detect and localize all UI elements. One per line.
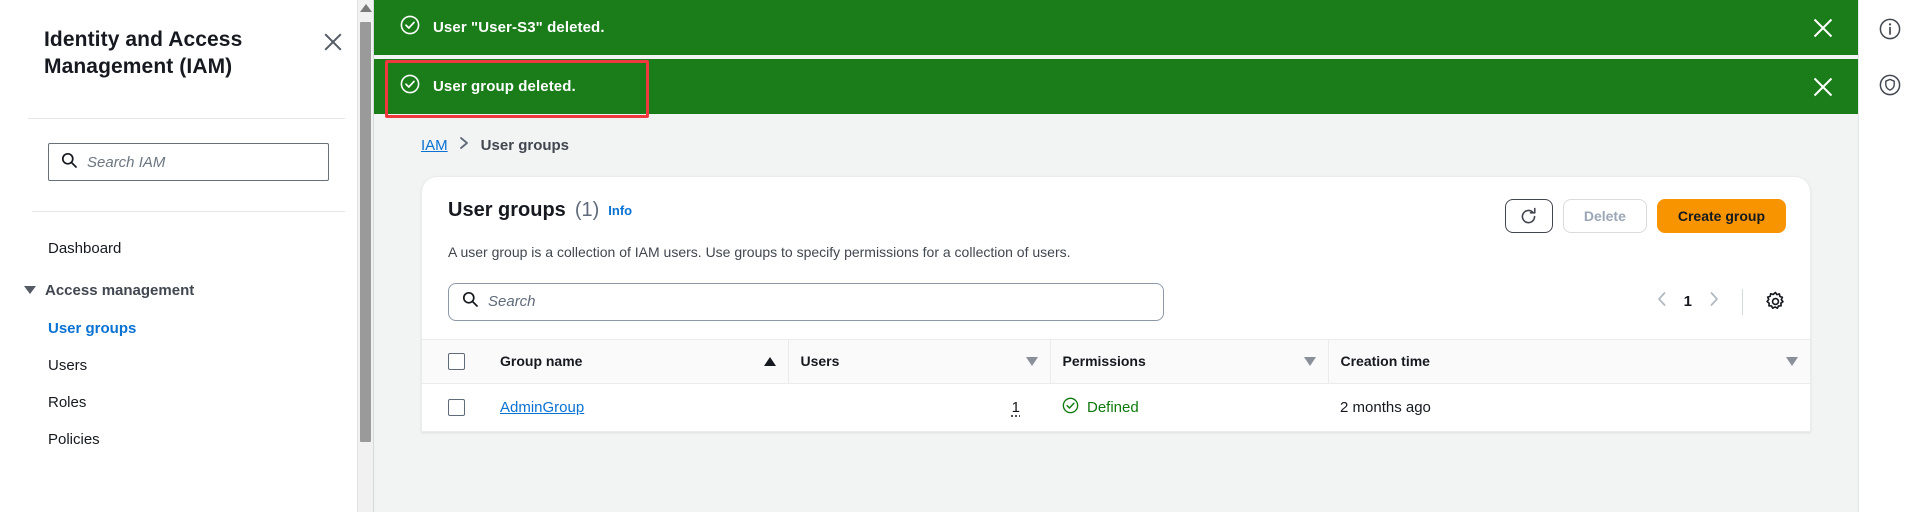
card-description: A user group is a collection of IAM user… bbox=[448, 244, 1071, 260]
sidebar-item-label: User groups bbox=[48, 319, 137, 337]
select-all-header bbox=[422, 338, 488, 384]
sidebar-scrollbar[interactable] bbox=[357, 0, 373, 512]
table-header-row: Group name Users Permissions Creation ti… bbox=[422, 338, 1810, 384]
breadcrumb: IAM User groups bbox=[374, 114, 1858, 154]
column-header-group-name[interactable]: Group name bbox=[488, 338, 788, 384]
success-check-icon bbox=[400, 74, 420, 99]
create-group-button[interactable]: Create group bbox=[1656, 199, 1786, 233]
card-title: User groups bbox=[448, 199, 566, 221]
sidebar-search-wrap bbox=[0, 119, 373, 181]
search-icon bbox=[462, 291, 478, 312]
select-all-checkbox[interactable] bbox=[448, 352, 465, 370]
sort-icon[interactable] bbox=[1025, 356, 1038, 366]
column-label: Permissions bbox=[1062, 353, 1146, 370]
sidebar-item-label: Dashboard bbox=[48, 240, 122, 257]
dismiss-flash-icon[interactable] bbox=[1810, 15, 1836, 41]
cell-creation-time: 2 months ago bbox=[1328, 383, 1810, 432]
sidebar-group-access-management[interactable]: Access management bbox=[0, 269, 373, 310]
table-settings-button[interactable] bbox=[1765, 291, 1786, 312]
column-label: Group name bbox=[500, 353, 583, 370]
table-body: AdminGroup 1 Defined 2 months ago bbox=[422, 383, 1810, 432]
info-link[interactable]: Info bbox=[608, 203, 632, 218]
main-content: User "User-S3" deleted. User group delet… bbox=[374, 0, 1858, 512]
shield-icon bbox=[1879, 74, 1900, 96]
sidebar-item-label: Policies bbox=[48, 430, 100, 448]
column-label: Creation time bbox=[1340, 353, 1430, 370]
sidebar-item-roles[interactable]: Roles bbox=[0, 384, 373, 421]
scrollbar-thumb[interactable] bbox=[360, 22, 371, 442]
breadcrumb-current: User groups bbox=[480, 136, 570, 154]
info-panel-button[interactable] bbox=[1873, 12, 1907, 46]
previous-page-icon[interactable] bbox=[1656, 291, 1668, 312]
flash-message-user-deleted: User "User-S3" deleted. bbox=[374, 0, 1858, 55]
defined-check-icon bbox=[1062, 397, 1079, 418]
table-header: Group name Users Permissions Creation ti… bbox=[422, 338, 1810, 384]
sidebar-item-user-groups[interactable]: User groups bbox=[0, 310, 373, 347]
sidebar-item-dashboard[interactable]: Dashboard bbox=[0, 230, 373, 269]
chevron-down-icon bbox=[24, 286, 36, 295]
table-toolbar: 1 bbox=[422, 263, 1810, 339]
column-header-users[interactable]: Users bbox=[787, 338, 1050, 384]
flash-message-group-deleted: User group deleted. bbox=[374, 59, 1858, 114]
card-header: User groups (1) Info Delete Create group bbox=[422, 177, 1810, 233]
search-icon bbox=[61, 152, 77, 173]
sort-icon[interactable] bbox=[1786, 356, 1798, 366]
refresh-icon bbox=[1521, 207, 1536, 223]
breadcrumb-separator-icon bbox=[459, 136, 470, 154]
card-actions: Delete Create group bbox=[1504, 199, 1786, 233]
current-page-number[interactable]: 1 bbox=[1684, 293, 1692, 310]
table-search-input[interactable] bbox=[488, 293, 1150, 311]
next-page-icon[interactable] bbox=[1708, 291, 1720, 312]
flash-text: User "User-S3" deleted. bbox=[433, 19, 605, 36]
permissions-status: Defined bbox=[1062, 397, 1316, 418]
gear-icon bbox=[1766, 291, 1784, 310]
search-iam-box[interactable] bbox=[48, 143, 329, 181]
sort-ascending-icon[interactable] bbox=[763, 356, 776, 366]
sidebar-group-label: Access management bbox=[45, 281, 195, 299]
sidebar-item-label: Users bbox=[48, 356, 88, 374]
right-rail bbox=[1858, 0, 1920, 512]
iam-console-screen: Identity and Access Management (IAM) Das… bbox=[0, 0, 1920, 512]
sidebar-item-label: Roles bbox=[48, 393, 87, 411]
sidebar-item-policies[interactable]: Policies bbox=[0, 421, 373, 458]
column-header-permissions[interactable]: Permissions bbox=[1049, 338, 1328, 384]
shield-panel-button[interactable] bbox=[1873, 68, 1907, 102]
delete-button[interactable]: Delete bbox=[1562, 199, 1647, 233]
cell-permissions: Defined bbox=[1050, 383, 1328, 432]
close-icon[interactable] bbox=[319, 28, 347, 56]
dismiss-flash-icon[interactable] bbox=[1810, 74, 1836, 100]
info-icon bbox=[1879, 18, 1900, 40]
scroll-up-arrow-icon[interactable] bbox=[360, 4, 372, 12]
page-title: Identity and Access Management (IAM) bbox=[44, 28, 243, 79]
sidebar-nav: Dashboard Access management User groups … bbox=[0, 212, 373, 458]
flash-left: User group deleted. bbox=[400, 74, 1810, 99]
card-count: (1) bbox=[574, 199, 600, 221]
table-row[interactable]: AdminGroup 1 Defined 2 months ago bbox=[422, 383, 1810, 432]
flash-left: User "User-S3" deleted. bbox=[400, 15, 1810, 40]
search-input[interactable] bbox=[87, 153, 316, 171]
user-groups-card: User groups (1) Info Delete Create group bbox=[421, 176, 1811, 433]
group-name-link[interactable]: AdminGroup bbox=[500, 399, 584, 416]
refresh-button[interactable] bbox=[1504, 199, 1553, 233]
breadcrumb-link-iam[interactable]: IAM bbox=[421, 137, 448, 154]
column-header-creation-time[interactable]: Creation time bbox=[1327, 338, 1810, 384]
column-label: Users bbox=[800, 353, 840, 370]
flash-text: User group deleted. bbox=[433, 78, 576, 95]
sidebar-header: Identity and Access Management (IAM) bbox=[0, 0, 373, 118]
row-select-cell bbox=[422, 383, 488, 432]
card-title-row: User groups (1) Info bbox=[448, 199, 632, 222]
user-groups-table: Group name Users Permissions Creation ti… bbox=[422, 338, 1810, 432]
iam-sidebar: Identity and Access Management (IAM) Das… bbox=[0, 0, 374, 512]
permissions-label: Defined bbox=[1087, 398, 1139, 416]
cell-users: 1 bbox=[788, 383, 1050, 432]
sidebar-item-users[interactable]: Users bbox=[0, 347, 373, 384]
users-count[interactable]: 1 bbox=[1012, 399, 1020, 416]
pagination: 1 bbox=[1656, 288, 1786, 315]
success-check-icon bbox=[400, 15, 420, 40]
sort-icon[interactable] bbox=[1303, 356, 1316, 366]
row-checkbox[interactable] bbox=[448, 398, 465, 416]
table-search-box[interactable] bbox=[448, 282, 1164, 321]
pager-divider bbox=[1742, 288, 1743, 315]
cell-group-name: AdminGroup bbox=[488, 383, 788, 432]
